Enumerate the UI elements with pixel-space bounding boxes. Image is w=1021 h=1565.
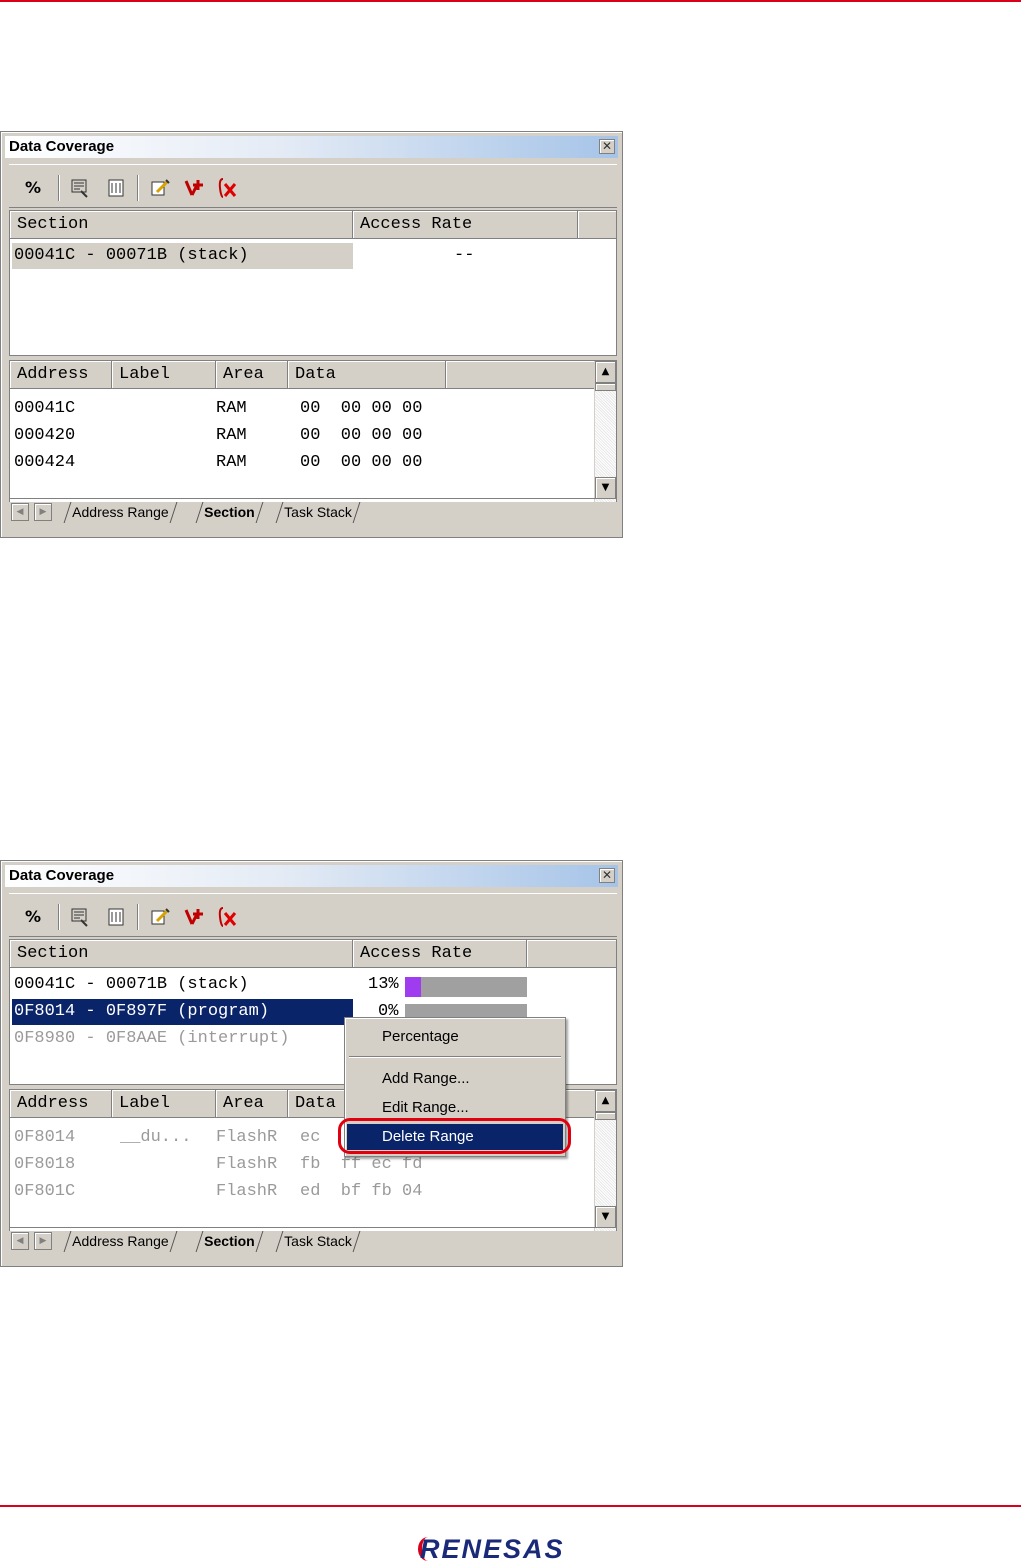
edit-range-icon[interactable] [149, 177, 171, 199]
vertical-scrollbar[interactable]: ▲ ▼ [594, 1090, 616, 1231]
table-row[interactable]: 00041C - 00071B (stack) -- [10, 243, 616, 269]
address-range-icon[interactable] [69, 906, 91, 928]
tab-scroll-left-icon[interactable]: ◀ [11, 1232, 29, 1250]
area-cell: FlashR [216, 1155, 278, 1174]
data-cell: 00 00 00 00 [300, 399, 423, 418]
memory-icon[interactable] [105, 906, 127, 928]
area-cell: RAM [216, 453, 247, 472]
access-rate-cell: -- [454, 246, 475, 265]
empty-column-header [527, 940, 616, 968]
title-bar[interactable]: Data Coverage ✕ [5, 136, 618, 158]
area-column-header[interactable]: Area [216, 1090, 288, 1118]
tab-section[interactable]: Section [195, 1231, 263, 1252]
edit-range-icon[interactable] [149, 906, 171, 928]
area-cell: FlashR [216, 1128, 278, 1147]
section-column-header[interactable]: Section [10, 940, 353, 968]
close-icon[interactable]: ✕ [599, 868, 615, 883]
empty-column-header [446, 361, 596, 389]
data-coverage-window-1: Data Coverage ✕ % Section Access Rate 00… [0, 131, 623, 538]
scroll-thumb[interactable] [595, 383, 616, 391]
address-cell: 0F8018 [14, 1155, 76, 1174]
table-row[interactable]: 0F801C FlashR ed bf fb 04 [10, 1179, 596, 1205]
address-column-header[interactable]: Address [10, 361, 112, 389]
table-row[interactable]: 000424 RAM 00 00 00 00 [10, 450, 596, 476]
area-cell: RAM [216, 426, 247, 445]
add-range-icon[interactable] [183, 177, 205, 199]
data-cell: 00 00 00 00 [300, 453, 423, 472]
data-table: Address Label Area Data 00041C RAM 00 00… [9, 360, 617, 502]
table-row[interactable]: 00041C - 00071B (stack) 13% [10, 972, 616, 998]
close-icon[interactable]: ✕ [599, 139, 615, 154]
tab-address-range[interactable]: Address Range [63, 502, 177, 523]
section-cell-selected: 0F8014 - 0F897F (program) [12, 999, 353, 1025]
menu-item-add-range[interactable]: Add Range... [347, 1066, 563, 1092]
tab-section[interactable]: Section [195, 502, 263, 523]
area-cell: FlashR [216, 1182, 278, 1201]
toolbar-separator [137, 175, 139, 201]
label-column-header[interactable]: Label [112, 1090, 216, 1118]
address-range-icon[interactable] [69, 177, 91, 199]
percentage-button[interactable]: % [22, 906, 44, 928]
delete-range-icon[interactable] [217, 177, 239, 199]
data-cell: ed bf fb 04 [300, 1182, 423, 1201]
tab-task-stack[interactable]: Task Stack [275, 1231, 361, 1252]
data-cell: 00 00 00 00 [300, 426, 423, 445]
access-rate-cell: 13% [368, 975, 399, 994]
empty-column-header [578, 211, 616, 239]
section-cell: 00041C - 00071B (stack) [12, 243, 353, 269]
title-bar[interactable]: Data Coverage ✕ [5, 865, 618, 887]
data-column-header[interactable]: Data [288, 361, 446, 389]
section-column-header[interactable]: Section [10, 211, 353, 239]
bottom-red-rule [0, 1505, 1021, 1507]
access-rate-bar-fill [405, 977, 421, 997]
highlight-oval [338, 1118, 571, 1154]
address-column-header[interactable]: Address [10, 1090, 112, 1118]
renesas-logo: RENESAS [420, 1534, 565, 1564]
tab-strip: ◀ ▶ Address Range Section Task Stack [9, 498, 617, 524]
toolbar: % [9, 893, 617, 937]
label-cell: __du... [120, 1128, 192, 1147]
address-cell: 0F801C [14, 1182, 76, 1201]
toolbar-separator [58, 904, 60, 930]
scroll-down-icon[interactable]: ▼ [595, 1206, 616, 1228]
section-cell: 0F8980 - 0F8AAE (interrupt) [14, 1029, 290, 1048]
toolbar-separator [58, 175, 60, 201]
toolbar-separator [137, 904, 139, 930]
scroll-up-icon[interactable]: ▲ [595, 1090, 616, 1112]
tab-strip: ◀ ▶ Address Range Section Task Stack [9, 1227, 617, 1253]
scroll-up-icon[interactable]: ▲ [595, 361, 616, 383]
menu-item-percentage[interactable]: Percentage [347, 1024, 563, 1050]
table-row[interactable]: 00041C RAM 00 00 00 00 [10, 396, 596, 422]
delete-range-icon[interactable] [217, 906, 239, 928]
address-cell: 000424 [14, 453, 76, 472]
table-row[interactable]: 000420 RAM 00 00 00 00 [10, 423, 596, 449]
percentage-button[interactable]: % [22, 177, 44, 199]
address-cell: 0F8014 [14, 1128, 76, 1147]
add-range-icon[interactable] [183, 906, 205, 928]
vertical-scrollbar[interactable]: ▲ ▼ [594, 361, 616, 502]
tab-scroll-right-icon[interactable]: ▶ [34, 1232, 52, 1250]
access-rate-column-header[interactable]: Access Rate [353, 940, 527, 968]
toolbar: % [9, 164, 617, 208]
area-cell: RAM [216, 399, 247, 418]
memory-icon[interactable] [105, 177, 127, 199]
tab-scroll-right-icon[interactable]: ▶ [34, 503, 52, 521]
data-cell: ec [300, 1128, 321, 1147]
address-cell: 000420 [14, 426, 76, 445]
area-column-header[interactable]: Area [216, 361, 288, 389]
scroll-thumb[interactable] [595, 1112, 616, 1120]
access-rate-column-header[interactable]: Access Rate [353, 211, 578, 239]
scroll-down-icon[interactable]: ▼ [595, 477, 616, 499]
tab-address-range[interactable]: Address Range [63, 1231, 177, 1252]
section-table: Section Access Rate 00041C - 00071B (sta… [9, 210, 617, 356]
section-cell: 00041C - 00071B (stack) [14, 975, 249, 994]
window-title: Data Coverage [9, 867, 115, 884]
address-cell: 00041C [14, 399, 76, 418]
window-title: Data Coverage [9, 138, 115, 155]
tab-task-stack[interactable]: Task Stack [275, 502, 361, 523]
menu-separator [349, 1056, 561, 1058]
tab-scroll-left-icon[interactable]: ◀ [11, 503, 29, 521]
label-column-header[interactable]: Label [112, 361, 216, 389]
top-red-rule [0, 0, 1021, 2]
